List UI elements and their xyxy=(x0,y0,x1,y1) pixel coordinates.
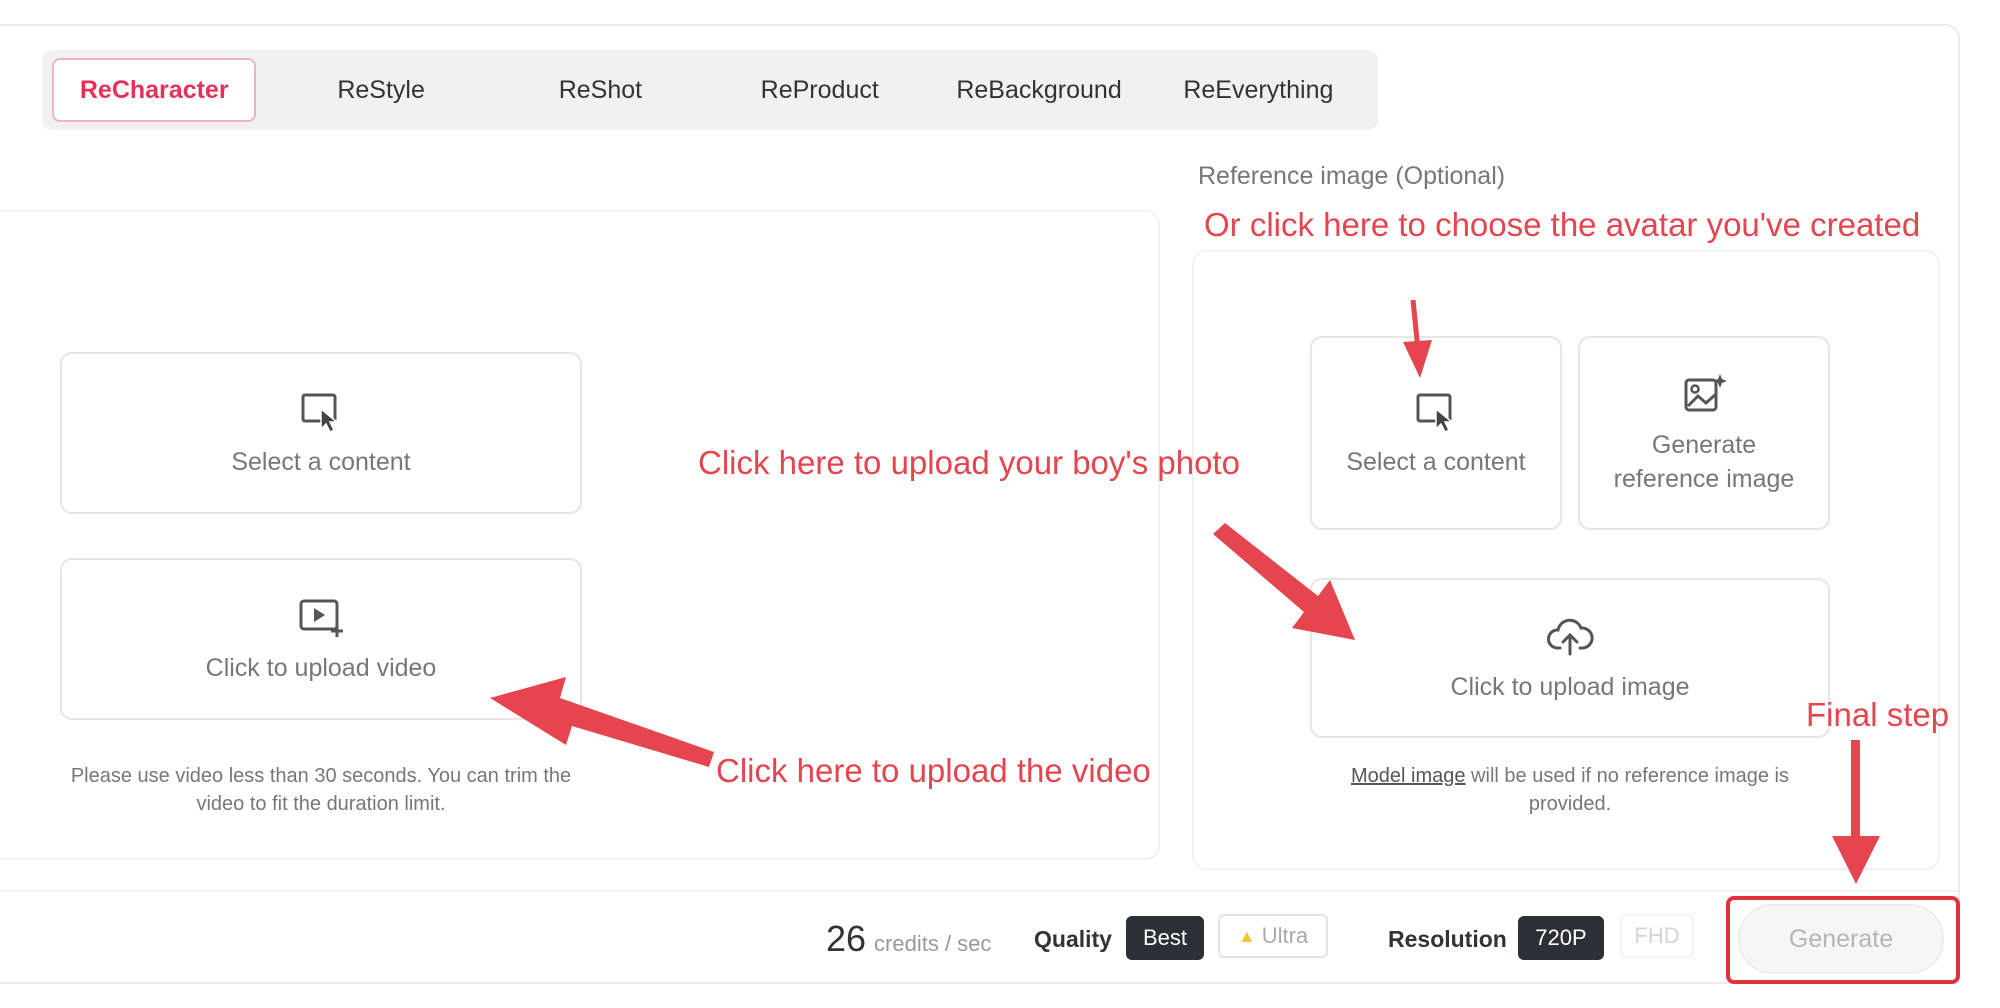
select-content-video-button[interactable]: Select a content xyxy=(60,352,582,514)
quality-label: Quality xyxy=(1034,926,1112,952)
select-content-label: Select a content xyxy=(231,448,411,476)
upload-image-label: Click to upload image xyxy=(1450,673,1690,701)
resolution-fhd-option[interactable]: FHD xyxy=(1620,914,1694,958)
credits-unit: credits / sec xyxy=(874,931,992,956)
resolution-label: Resolution xyxy=(1388,926,1507,952)
annotation-avatar: Or click here to choose the avatar you'v… xyxy=(1204,206,1921,243)
credits-display: 26 credits / sec xyxy=(826,918,991,960)
tab-rebackground[interactable]: ReBackground xyxy=(929,58,1148,122)
select-content-label: Select a content xyxy=(1346,448,1526,476)
select-content-icon xyxy=(1412,387,1460,435)
upload-video-icon xyxy=(297,593,345,641)
select-content-avatar-button[interactable]: Select a content xyxy=(1310,336,1562,530)
annotation-final: Final step xyxy=(1806,696,1950,733)
generate-button[interactable]: Generate xyxy=(1738,904,1944,974)
credits-value: 26 xyxy=(826,918,867,959)
generate-reference-label: Generate reference image xyxy=(1613,431,1795,493)
bottom-divider xyxy=(0,890,1960,892)
mode-tabs: ReCharacter ReStyle ReShot ReProduct ReB… xyxy=(42,50,1378,130)
tab-recharacter[interactable]: ReCharacter xyxy=(52,58,257,122)
upload-video-label: Click to upload video xyxy=(205,654,437,682)
quality-best-option[interactable]: Best xyxy=(1126,916,1204,960)
generate-image-icon xyxy=(1680,370,1728,418)
upload-video-button[interactable]: Click to upload video xyxy=(60,558,582,720)
tab-reshot[interactable]: ReShot xyxy=(491,58,710,122)
model-image-link[interactable]: Model image xyxy=(1351,765,1466,787)
quality-ultra-option[interactable]: ▲ Ultra xyxy=(1218,914,1328,958)
tab-reeverything[interactable]: ReEverything xyxy=(1149,58,1368,122)
annotation-photo: Click here to upload your boy's photo xyxy=(698,444,1240,481)
video-duration-hint: Please use video less than 30 seconds. Y… xyxy=(70,765,572,815)
annotation-video: Click here to upload the video xyxy=(716,752,1151,789)
app-canvas: ReCharacter ReStyle ReShot ReProduct ReB… xyxy=(0,0,2000,1008)
quality-ultra-label: Ultra xyxy=(1261,923,1309,948)
resolution-720p-option[interactable]: 720P xyxy=(1518,916,1604,960)
tab-reproduct[interactable]: ReProduct xyxy=(710,58,929,122)
model-image-hint-text: will be used if no reference image is pr… xyxy=(1465,765,1789,815)
bolt-icon: ▲ xyxy=(1237,925,1256,946)
reference-image-label: Reference image (Optional) xyxy=(1198,162,1506,190)
upload-cloud-icon xyxy=(1546,612,1594,660)
select-content-icon xyxy=(297,387,345,435)
upload-image-button[interactable]: Click to upload image xyxy=(1310,578,1830,738)
model-image-hint: Model image will be used if no reference… xyxy=(1310,762,1830,818)
tab-restyle[interactable]: ReStyle xyxy=(271,58,490,122)
generate-reference-image-button[interactable]: Generate reference image xyxy=(1578,336,1830,530)
